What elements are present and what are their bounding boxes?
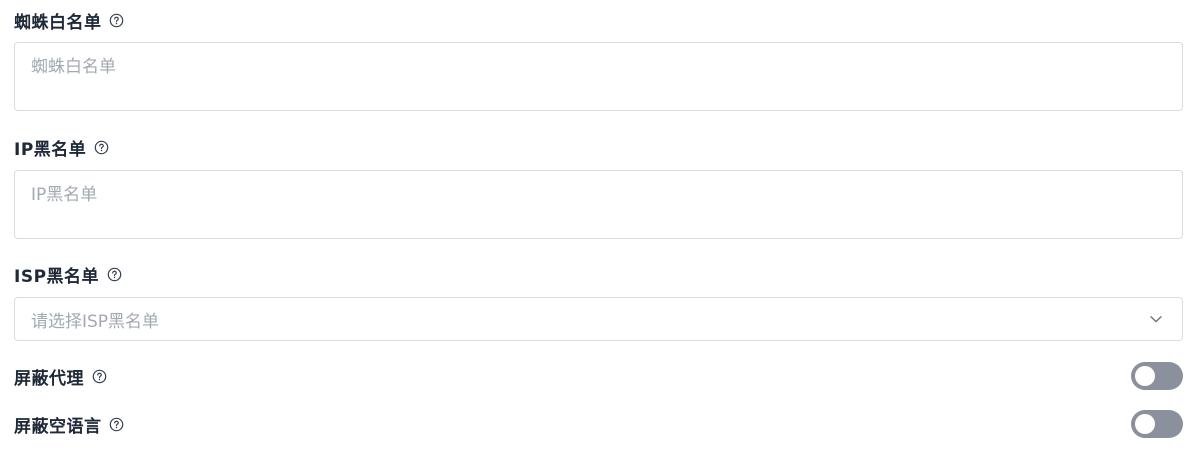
question-circle-icon[interactable]	[109, 416, 125, 432]
block-empty-language-label-row: 屏蔽空语言	[14, 412, 125, 437]
toggle-knob	[1135, 366, 1155, 386]
isp-blacklist-select[interactable]: 请选择ISP黑名单	[14, 297, 1183, 341]
question-circle-icon[interactable]	[109, 12, 125, 28]
question-circle-icon[interactable]	[93, 139, 109, 155]
spider-whitelist-label-row: 蜘蛛白名单	[14, 8, 125, 33]
spider-whitelist-label: 蜘蛛白名单	[14, 12, 102, 33]
spider-whitelist-input[interactable]	[14, 42, 1183, 111]
ip-blacklist-input[interactable]	[14, 170, 1183, 239]
ip-blacklist-label-row: IP黑名单	[14, 135, 109, 160]
ip-blacklist-label: IP黑名单	[14, 139, 87, 160]
question-circle-icon[interactable]	[91, 368, 107, 384]
block-proxy-label: 屏蔽代理	[14, 368, 84, 389]
toggle-knob	[1135, 414, 1155, 434]
block-empty-language-label: 屏蔽空语言	[14, 416, 102, 437]
chevron-down-icon[interactable]	[1148, 311, 1164, 327]
isp-blacklist-placeholder: 请选择ISP黑名单	[31, 311, 160, 332]
question-circle-icon[interactable]	[106, 266, 122, 282]
block-empty-language-toggle[interactable]	[1131, 410, 1183, 438]
isp-blacklist-label-row: ISP黑名单	[14, 262, 122, 287]
block-proxy-label-row: 屏蔽代理	[14, 364, 107, 389]
isp-blacklist-label: ISP黑名单	[14, 266, 100, 287]
block-proxy-toggle[interactable]	[1131, 362, 1183, 390]
